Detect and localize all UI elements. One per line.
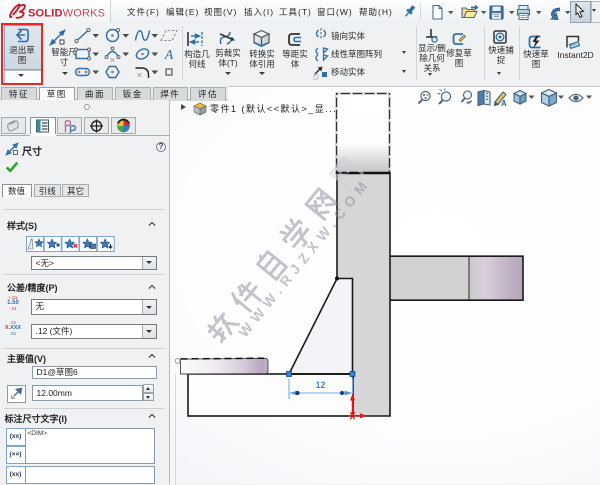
svg-text:A: A [164, 48, 174, 63]
svg-text:A: A [501, 99, 507, 108]
svg-text:WWW.RJZXW.COM: WWW.RJZXW.COM [235, 174, 374, 340]
